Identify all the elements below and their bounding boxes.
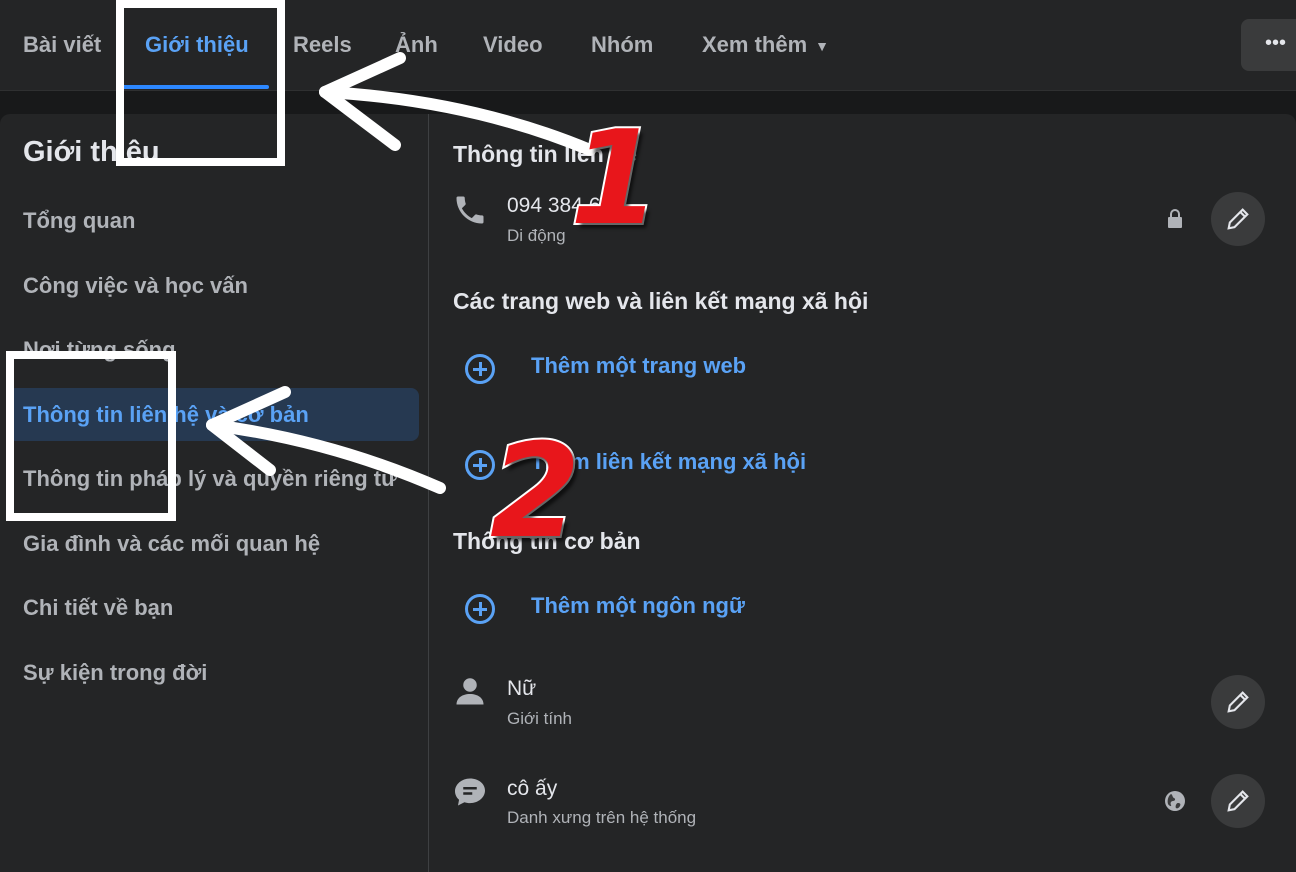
pencil-icon xyxy=(1227,208,1249,230)
tab-photos[interactable]: Ảnh xyxy=(395,0,438,90)
tab-more-label: Xem thêm xyxy=(702,32,808,57)
sidebar-item-contact-basic-info[interactable]: Thông tin liên hệ và cơ bản xyxy=(23,402,309,428)
tab-reels[interactable]: Reels xyxy=(293,0,352,90)
more-options-button[interactable]: ••• xyxy=(1241,19,1296,71)
pronoun-chat-icon xyxy=(452,774,488,810)
sidebar-item-overview[interactable]: Tổng quan xyxy=(23,208,135,234)
lock-icon[interactable] xyxy=(1163,207,1187,231)
sidebar-title: Giới thiệu xyxy=(23,136,160,168)
add-website-link[interactable]: Thêm một trang web xyxy=(531,353,746,379)
add-social-link[interactable]: Thêm liên kết mạng xã hội xyxy=(531,449,806,475)
active-tab-indicator xyxy=(122,85,269,89)
add-website-icon[interactable] xyxy=(465,354,495,384)
phone-icon xyxy=(452,192,488,228)
tab-about[interactable]: Giới thiệu xyxy=(145,0,249,90)
edit-phone-button[interactable] xyxy=(1211,192,1265,246)
phone-number: 094 384 6 81 xyxy=(507,194,630,217)
sidebar-item-legal-privacy[interactable]: Thông tin pháp lý và quyền riêng tư xyxy=(23,466,397,492)
caret-down-icon: ▼ xyxy=(815,38,830,55)
pencil-icon xyxy=(1227,691,1249,713)
edit-gender-button[interactable] xyxy=(1211,675,1265,729)
add-social-link-icon[interactable] xyxy=(465,450,495,480)
sidebar-item-places-lived[interactable]: Nơi từng sống xyxy=(23,337,176,363)
add-language-link[interactable]: Thêm một ngôn ngữ xyxy=(531,593,745,619)
tab-more[interactable]: Xem thêm ▼ xyxy=(702,0,829,90)
phone-type: Di động xyxy=(507,226,566,245)
tab-posts[interactable]: Bài viết xyxy=(23,0,101,90)
sidebar-item-work-education[interactable]: Công việc và học vấn xyxy=(23,273,248,299)
sidebar-item-life-events[interactable]: Sự kiện trong đời xyxy=(23,660,207,686)
tab-videos[interactable]: Video xyxy=(483,0,543,90)
sidebar-item-family-relationships[interactable]: Gia đình và các mối quan hệ xyxy=(23,531,320,557)
edit-pronoun-button[interactable] xyxy=(1211,774,1265,828)
profile-tabs-bar: Bài viết Giới thiệu Reels Ảnh Video Nhóm… xyxy=(0,0,1296,91)
pronoun-label: Danh xưng trên hệ thống xyxy=(507,808,697,827)
panel-divider xyxy=(428,114,429,872)
contact-info-title: Thông tin liên hệ xyxy=(453,141,637,167)
gender-label: Giới tính xyxy=(507,709,573,728)
about-panel xyxy=(0,114,1296,872)
add-language-icon[interactable] xyxy=(465,594,495,624)
gender-icon xyxy=(452,673,488,709)
gender-value: Nữ xyxy=(507,677,537,700)
websites-title: Các trang web và liên kết mạng xã hội xyxy=(453,288,869,314)
globe-icon[interactable] xyxy=(1163,789,1187,813)
sidebar-item-details-about-you[interactable]: Chi tiết về bạn xyxy=(23,595,173,621)
basic-info-title: Thông tin cơ bản xyxy=(453,528,641,554)
pronoun-value: cô ấy xyxy=(507,777,558,800)
pencil-icon xyxy=(1227,790,1249,812)
tab-groups[interactable]: Nhóm xyxy=(591,0,653,90)
